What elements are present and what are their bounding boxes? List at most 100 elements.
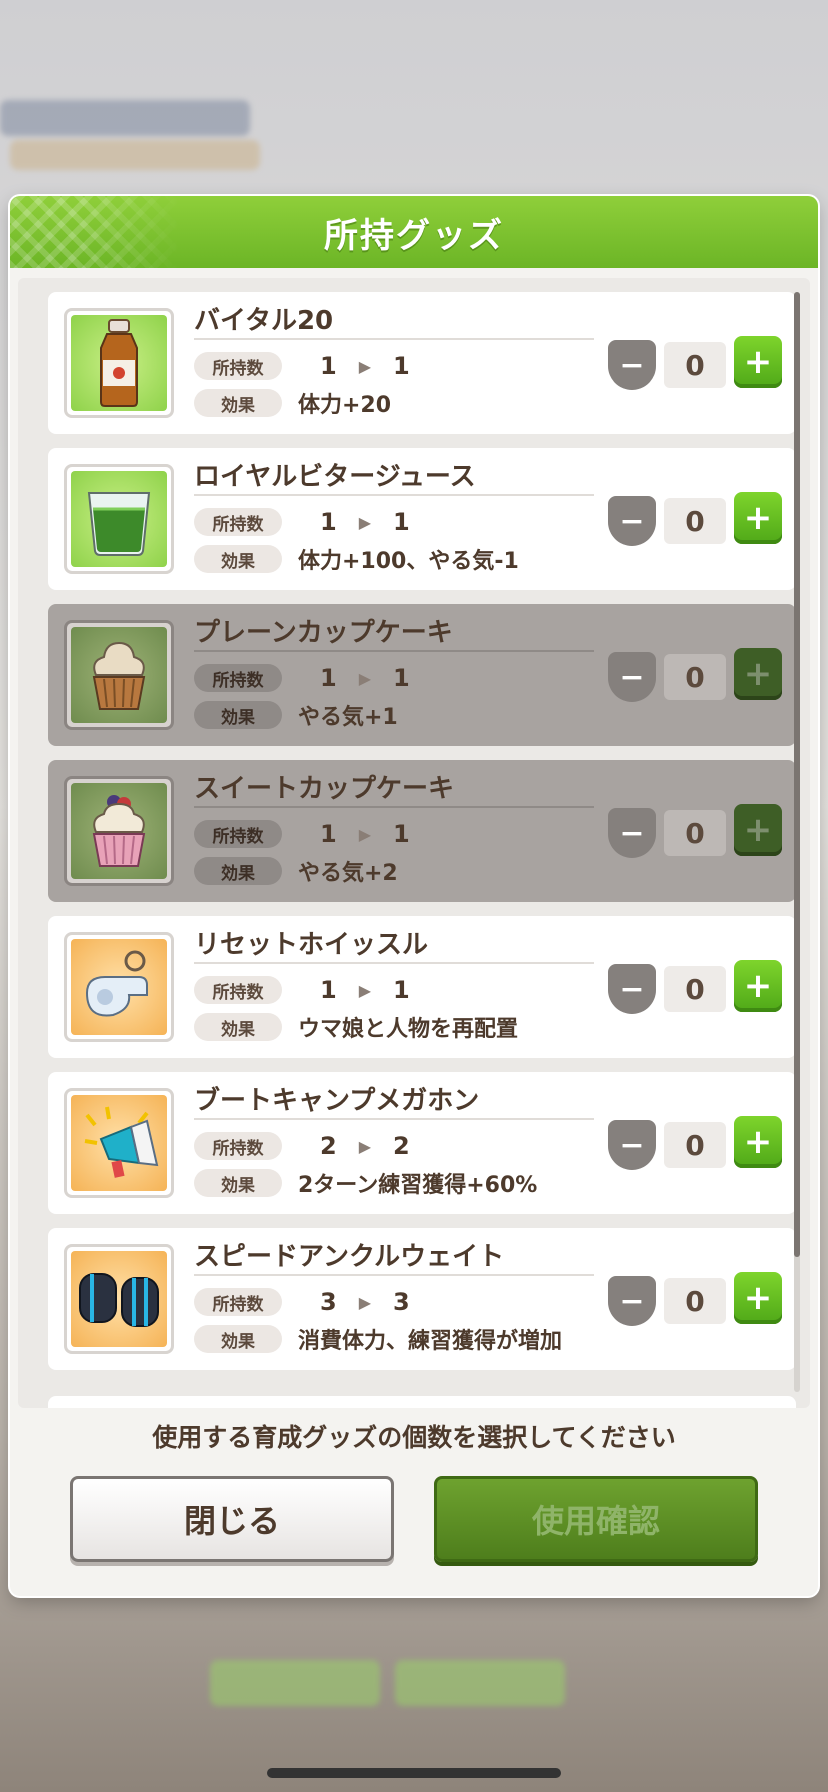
increase-button[interactable]: + xyxy=(734,960,782,1012)
item-name: リセットホイッスル xyxy=(194,930,429,960)
quantity-value: 0 xyxy=(664,966,726,1012)
arrow-right-icon: ▶ xyxy=(358,980,372,1000)
quantity-stepper: − 0 + xyxy=(608,960,786,1014)
owned-count-label: 所持数 xyxy=(194,664,282,692)
drink-bottle-icon xyxy=(100,319,138,407)
item-name: プレーンカップケーキ xyxy=(194,618,453,648)
item-name: スイートカップケーキ xyxy=(194,774,455,804)
owned-count: 3 ▶ 3 xyxy=(320,1288,410,1316)
owned-after: 1 xyxy=(393,820,410,848)
plus-icon: + xyxy=(743,654,773,694)
increase-button[interactable]: + xyxy=(734,648,782,700)
item-thumbnail xyxy=(64,308,174,418)
effect-text: 消費体力、練習獲得が増加 xyxy=(298,1329,563,1354)
minus-icon: − xyxy=(619,347,645,383)
instruction-text: 使用する育成グッズの個数を選択してください xyxy=(152,1423,676,1452)
increase-button[interactable]: + xyxy=(734,1272,782,1324)
plus-icon: + xyxy=(743,498,773,538)
increase-button[interactable]: + xyxy=(734,1116,782,1168)
list-item: ロイヤルビタージュース 所持数 1 ▶ 1 効果 体力+100、やる気-1 − … xyxy=(48,448,796,590)
item-thumbnail xyxy=(64,620,174,730)
increase-button[interactable]: + xyxy=(734,804,782,856)
quantity-stepper: − 0 + xyxy=(608,1116,786,1170)
decrease-button[interactable]: − xyxy=(608,1276,656,1326)
background-button xyxy=(210,1660,380,1706)
home-indicator[interactable] xyxy=(267,1768,561,1778)
minus-icon: − xyxy=(619,659,645,695)
item-thumbnail xyxy=(64,776,174,886)
owned-before: 3 xyxy=(320,1288,337,1316)
owned-count-label: 所持数 xyxy=(194,352,282,380)
arrow-right-icon: ▶ xyxy=(358,1136,372,1156)
increase-button[interactable]: + xyxy=(734,492,782,544)
arrow-right-icon: ▶ xyxy=(358,1292,372,1312)
owned-after: 1 xyxy=(393,664,410,692)
divider xyxy=(194,494,594,496)
owned-before: 1 xyxy=(320,508,337,536)
effect-text: 2ターン練習獲得+60% xyxy=(298,1173,538,1198)
background-header-bar xyxy=(0,100,250,136)
effect-label: 効果 xyxy=(194,1013,282,1041)
scrollbar[interactable] xyxy=(794,292,800,1392)
effect-text: 体力+20 xyxy=(298,393,392,418)
close-button[interactable]: 閉じる xyxy=(70,1476,394,1562)
owned-before: 1 xyxy=(320,820,337,848)
owned-count: 1 ▶ 1 xyxy=(320,976,410,1004)
minus-icon: − xyxy=(619,815,645,851)
quantity-stepper: − 0 + xyxy=(608,492,786,546)
list-item-partial xyxy=(48,1396,796,1408)
quantity-value: 0 xyxy=(664,810,726,856)
effect-label: 効果 xyxy=(194,545,282,573)
item-thumbnail xyxy=(64,464,174,574)
ankle-weight-icon xyxy=(79,1273,159,1327)
background-button xyxy=(395,1660,565,1706)
decrease-button[interactable]: − xyxy=(608,1120,656,1170)
list-item: リセットホイッスル 所持数 1 ▶ 1 効果 ウマ娘と人物を再配置 − 0 + xyxy=(48,916,796,1058)
item-thumbnail xyxy=(64,1244,174,1354)
quantity-stepper: − 0 + xyxy=(608,648,786,702)
decrease-button[interactable]: − xyxy=(608,964,656,1014)
list-item: スイートカップケーキ 所持数 1 ▶ 1 効果 やる気+2 − 0 + xyxy=(48,760,796,902)
plus-icon: + xyxy=(743,1122,773,1162)
increase-button[interactable]: + xyxy=(734,336,782,388)
decrease-button[interactable]: − xyxy=(608,652,656,702)
arrow-right-icon: ▶ xyxy=(358,824,372,844)
item-name: バイタル20 xyxy=(194,306,334,336)
minus-icon: − xyxy=(619,503,645,539)
decrease-button[interactable]: − xyxy=(608,340,656,390)
arrow-right-icon: ▶ xyxy=(358,668,372,688)
megaphone-icon xyxy=(84,1106,159,1178)
effect-text: やる気+1 xyxy=(298,705,398,730)
quantity-value: 0 xyxy=(664,654,726,700)
owned-count: 1 ▶ 1 xyxy=(320,508,410,536)
owned-count-label: 所持数 xyxy=(194,976,282,1004)
list-item: プレーンカップケーキ 所持数 1 ▶ 1 効果 やる気+1 − 0 + xyxy=(48,604,796,746)
owned-count: 1 ▶ 1 xyxy=(320,352,410,380)
effect-label: 効果 xyxy=(194,857,282,885)
goods-list[interactable]: バイタル20 所持数 1 ▶ 1 効果 体力+20 − 0 + ロイヤルビタージ… xyxy=(18,278,810,1408)
quantity-value: 0 xyxy=(664,498,726,544)
item-name: ブートキャンプメガホン xyxy=(194,1086,480,1116)
owned-before: 1 xyxy=(320,664,337,692)
item-thumbnail xyxy=(64,932,174,1042)
item-name: スピードアンクルウェイト xyxy=(194,1242,505,1272)
minus-icon: − xyxy=(619,1283,645,1319)
scrollbar-thumb[interactable] xyxy=(794,292,800,1257)
plus-icon: + xyxy=(743,810,773,850)
minus-icon: − xyxy=(619,971,645,1007)
effect-text: 体力+100、やる気-1 xyxy=(298,549,519,574)
effect-text: やる気+2 xyxy=(298,861,398,886)
quantity-value: 0 xyxy=(664,342,726,388)
modal-title: 所持グッズ xyxy=(324,215,504,256)
effect-text: ウマ娘と人物を再配置 xyxy=(298,1017,519,1042)
owned-count-label: 所持数 xyxy=(194,820,282,848)
plus-icon: + xyxy=(743,342,773,382)
owned-goods-modal: 所持グッズ バイタル20 所持数 1 ▶ 1 効果 体力+20 − 0 + ロイ… xyxy=(10,196,818,1596)
plus-icon: + xyxy=(743,966,773,1006)
owned-count: 2 ▶ 2 xyxy=(320,1132,410,1160)
decrease-button[interactable]: − xyxy=(608,496,656,546)
plain-cupcake-icon xyxy=(92,641,146,710)
quantity-value: 0 xyxy=(664,1278,726,1324)
decrease-button[interactable]: − xyxy=(608,808,656,858)
confirm-use-button[interactable]: 使用確認 xyxy=(434,1476,758,1562)
